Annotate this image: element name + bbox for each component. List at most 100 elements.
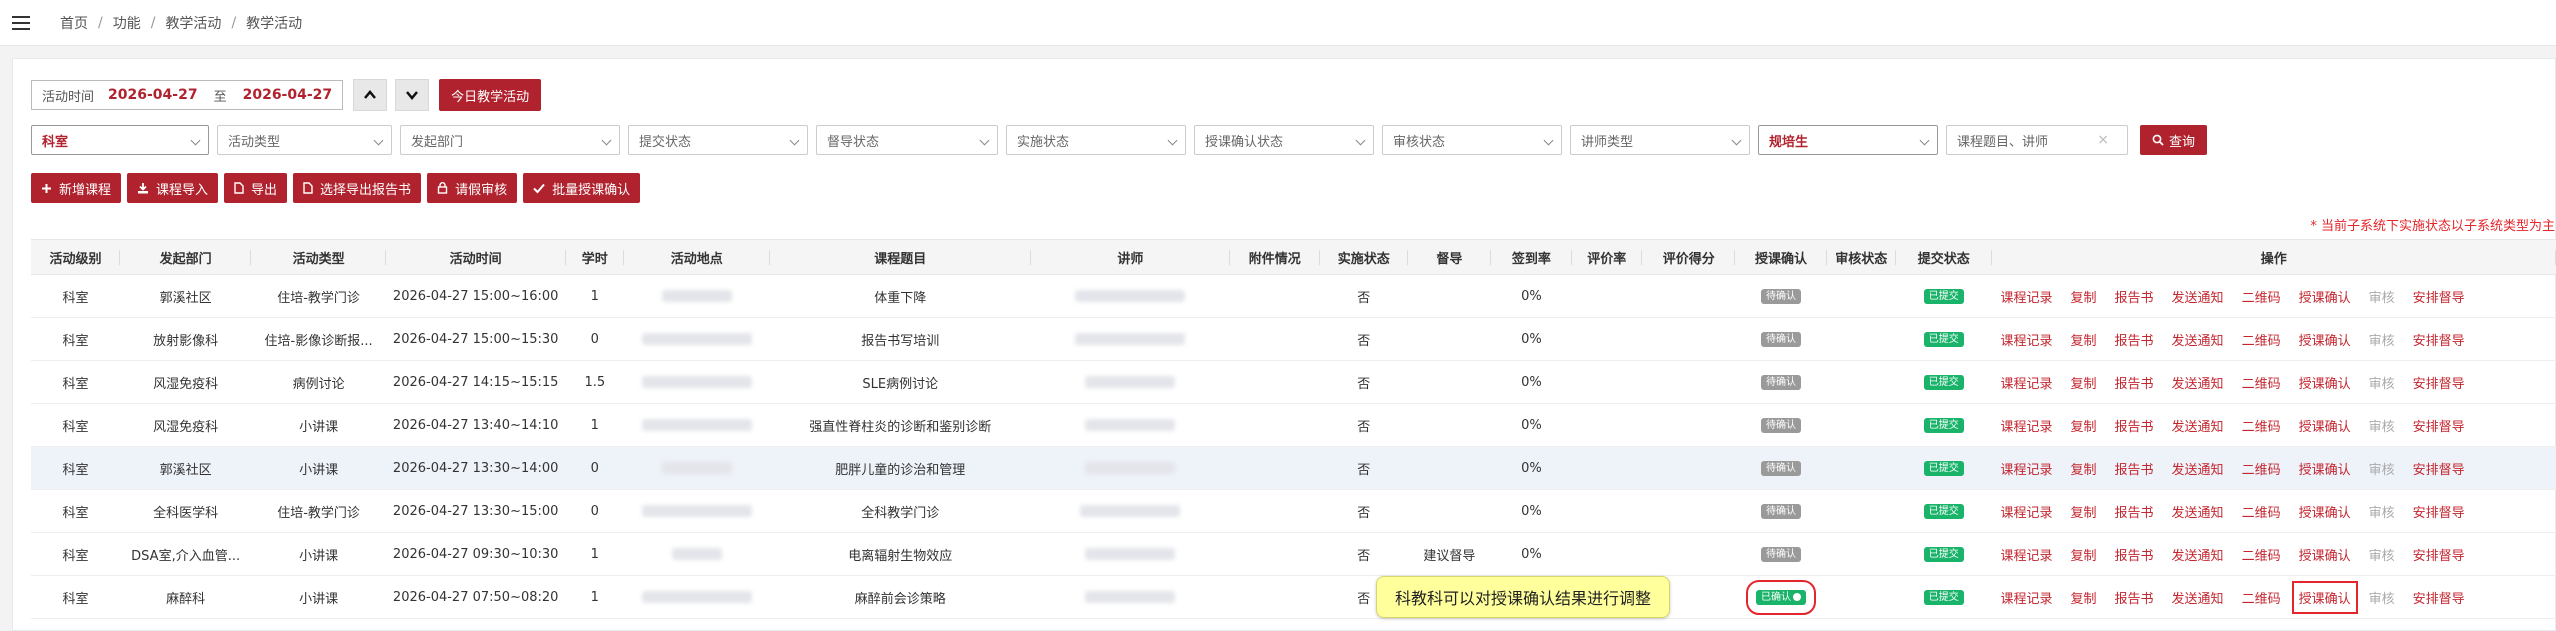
op-link-0[interactable]: 课程记录	[2001, 588, 2053, 607]
op-link-0[interactable]: 课程记录	[2001, 287, 2053, 306]
column-header[interactable]: 督导	[1407, 239, 1492, 275]
table-row[interactable]: 科室 郭溪社区 小讲课 2026-04-27 13:30~14:00 0 肥胖儿童的诊治和…	[31, 446, 2556, 490]
activity-type-select[interactable]: 活动类型	[217, 125, 392, 155]
column-header[interactable]: 评价率	[1571, 239, 1643, 275]
table-row[interactable]: 科室 DSA室,介入血管... 小讲课 2026-04-27 09:30~10:30 1…	[31, 532, 2556, 576]
lecture-confirm-select[interactable]: 授课确认状态	[1194, 125, 1374, 155]
op-link-3[interactable]: 发送通知	[2172, 545, 2224, 564]
op-link-1[interactable]: 复制	[2071, 287, 2097, 306]
op-link-2[interactable]: 报告书	[2115, 287, 2154, 306]
op-link-2[interactable]: 报告书	[2115, 588, 2154, 607]
column-header[interactable]: 活动类型	[251, 239, 386, 275]
menu-icon[interactable]	[12, 15, 30, 30]
date-next-button[interactable]	[395, 79, 430, 111]
op-link-1[interactable]: 复制	[2071, 330, 2097, 349]
op-link-5[interactable]: 授课确认	[2299, 502, 2351, 521]
op-link-0[interactable]: 课程记录	[2001, 459, 2053, 478]
batch-confirm-button[interactable]: 批量授课确认	[523, 173, 641, 203]
op-link-4[interactable]: 二维码	[2242, 373, 2281, 392]
op-link-2[interactable]: 报告书	[2115, 373, 2154, 392]
keyword-input[interactable]: 课程题目、讲师 ×	[1946, 125, 2128, 155]
op-link-5[interactable]: 授课确认	[2299, 416, 2351, 435]
op-link-7[interactable]: 安排督导	[2413, 545, 2465, 564]
op-link-1[interactable]: 复制	[2071, 545, 2097, 564]
lecturer-type-select[interactable]: 讲师类型	[1570, 125, 1750, 155]
add-course-button[interactable]: 新增课程	[31, 173, 122, 203]
clear-icon[interactable]: ×	[2097, 132, 2109, 148]
op-link-7[interactable]: 安排督导	[2413, 502, 2465, 521]
op-link-3[interactable]: 发送通知	[2172, 287, 2224, 306]
op-link-3[interactable]: 发送通知	[2172, 459, 2224, 478]
query-button[interactable]: 查询	[2140, 125, 2208, 155]
column-header[interactable]: 讲师	[1031, 239, 1230, 275]
op-link-7[interactable]: 安排督导	[2413, 459, 2465, 478]
op-link-0[interactable]: 课程记录	[2001, 416, 2053, 435]
export-button[interactable]: 导出	[224, 173, 288, 203]
date-prev-button[interactable]	[353, 79, 388, 111]
op-link-7[interactable]: 安排督导	[2413, 373, 2465, 392]
dept-level-select[interactable]: 科室	[31, 125, 209, 155]
column-header[interactable]: 活动时间	[385, 239, 566, 275]
op-link-5[interactable]: 授课确认	[2299, 459, 2351, 478]
date-range-input[interactable]: 活动时间 2026-04-27 至 2026-04-27	[31, 80, 344, 110]
org-dept-select[interactable]: 发起部门	[400, 125, 620, 155]
op-link-4[interactable]: 二维码	[2242, 287, 2281, 306]
breadcrumb-function[interactable]: 功能	[113, 13, 141, 33]
column-header[interactable]: 学时	[565, 239, 625, 275]
op-link-5[interactable]: 授课确认	[2299, 287, 2351, 306]
op-link-1[interactable]: 复制	[2071, 459, 2097, 478]
op-link-3[interactable]: 发送通知	[2172, 416, 2224, 435]
op-link-4[interactable]: 二维码	[2242, 459, 2281, 478]
column-header[interactable]: 活动地点	[624, 239, 770, 275]
op-link-0[interactable]: 课程记录	[2001, 330, 2053, 349]
op-link-0[interactable]: 课程记录	[2001, 373, 2053, 392]
op-link-2[interactable]: 报告书	[2115, 330, 2154, 349]
op-link-2[interactable]: 报告书	[2115, 459, 2154, 478]
table-row[interactable]: 科室 全科医学科 住培-教学门诊 2026-04-27 13:30~15:00 0 全科教…	[31, 489, 2556, 533]
column-header[interactable]: 附件情况	[1229, 239, 1320, 275]
op-link-2[interactable]: 报告书	[2115, 545, 2154, 564]
op-link-5[interactable]: 授课确认	[2291, 580, 2358, 614]
table-row[interactable]: 科室 郭溪社区 住培-教学门诊 2026-04-27 15:00~16:00 1 体重下降…	[31, 274, 2556, 318]
breadcrumb-home[interactable]: 首页	[60, 13, 88, 33]
op-link-5[interactable]: 授课确认	[2299, 330, 2351, 349]
op-link-4[interactable]: 二维码	[2242, 416, 2281, 435]
op-link-7[interactable]: 安排督导	[2413, 330, 2465, 349]
op-link-1[interactable]: 复制	[2071, 416, 2097, 435]
column-header[interactable]: 审核状态	[1826, 239, 1897, 275]
today-activity-button[interactable]: 今日教学活动	[439, 79, 542, 111]
impl-status-select[interactable]: 实施状态	[1006, 125, 1186, 155]
breadcrumb-teaching[interactable]: 教学活动	[165, 13, 221, 33]
audit-status-select[interactable]: 审核状态	[1382, 125, 1562, 155]
column-header[interactable]: 提交状态	[1896, 239, 1992, 275]
table-row[interactable]: 科室 麻醉科 小讲课 2026-04-27 07:50~08:20 1 麻醉前会诊策略否已…	[31, 575, 2556, 619]
column-header[interactable]: 发起部门	[119, 239, 252, 275]
import-course-button[interactable]: 课程导入	[127, 173, 219, 203]
op-link-4[interactable]: 二维码	[2242, 330, 2281, 349]
op-link-3[interactable]: 发送通知	[2172, 330, 2224, 349]
column-header[interactable]: 活动级别	[31, 239, 120, 275]
column-header[interactable]: 评价得分	[1642, 239, 1736, 275]
table-row[interactable]: 科室 放射影像科 住培-影像诊断报... 2026-04-27 15:00~15:30…	[31, 317, 2556, 361]
column-header[interactable]: 课程题目	[769, 239, 1032, 275]
request-audit-button[interactable]: 请假审核	[427, 173, 518, 203]
column-header[interactable]: 签到率	[1491, 239, 1572, 275]
op-link-5[interactable]: 授课确认	[2299, 373, 2351, 392]
table-row[interactable]: 科室 风湿免疫科 小讲课 2026-04-27 13:40~14:10 1 强直性脊柱炎的…	[31, 403, 2556, 447]
op-link-7[interactable]: 安排督导	[2413, 416, 2465, 435]
op-link-1[interactable]: 复制	[2071, 373, 2097, 392]
op-link-0[interactable]: 课程记录	[2001, 545, 2053, 564]
trainee-select[interactable]: 规培生	[1758, 125, 1938, 155]
table-row[interactable]: 科室 风湿免疫科 病例讨论 2026-04-27 14:15~15:15 1.5 SLE病…	[31, 360, 2556, 404]
op-link-2[interactable]: 报告书	[2115, 416, 2154, 435]
export-report-button[interactable]: 选择导出报告书	[293, 173, 422, 203]
op-link-4[interactable]: 二维码	[2242, 545, 2281, 564]
op-link-3[interactable]: 发送通知	[2172, 373, 2224, 392]
confirm-badge[interactable]: 已确认	[1745, 580, 1816, 615]
op-link-2[interactable]: 报告书	[2115, 502, 2154, 521]
submit-status-select[interactable]: 提交状态	[628, 125, 808, 155]
column-header[interactable]: 授课确认	[1735, 239, 1827, 275]
column-header[interactable]: 操作	[1991, 239, 2556, 275]
supervise-status-select[interactable]: 督导状态	[816, 125, 998, 155]
op-link-3[interactable]: 发送通知	[2172, 588, 2224, 607]
